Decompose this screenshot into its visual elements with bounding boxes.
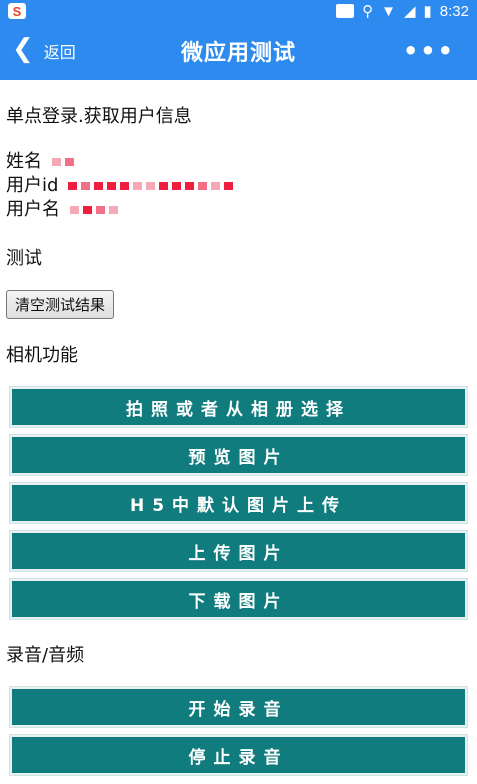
test-section-title: 测试 [6, 248, 42, 269]
name-value-redacted [52, 158, 74, 166]
upload-image-button[interactable]: 上传图片 [10, 531, 467, 571]
wifi-icon: ▼ [381, 2, 396, 20]
audio-buttons: 开始录音 停止录音 [6, 687, 471, 775]
download-image-button[interactable]: 下载图片 [10, 579, 467, 619]
username-label: 用户名 [6, 199, 60, 220]
nav-bar: ❮ 返回 微应用测试 ••• [0, 22, 477, 80]
name-label: 姓名 [6, 151, 42, 172]
camera-section-title: 相机功能 [6, 345, 78, 366]
id-label: 用户id [6, 175, 59, 196]
camera-buttons: 拍照或者从相册选择 预览图片 H5中默认图片上传 上传图片 下载图片 [6, 387, 471, 619]
name-row: 姓名 [6, 150, 471, 174]
more-icon[interactable]: ••• [403, 22, 455, 80]
username-row: 用户名 [6, 198, 471, 222]
clear-results-button[interactable]: 清空测试结果 [6, 290, 115, 319]
location-icon: ⚲ [362, 3, 374, 20]
app-notification-icon: S [8, 3, 26, 19]
user-info: 姓名 用户id 用户名 [6, 150, 471, 222]
clock: 8:32 [439, 2, 469, 20]
signal-icon: ◢ [403, 3, 416, 20]
sso-section-title: 单点登录.获取用户信息 [6, 106, 192, 127]
choose-photo-button[interactable]: 拍照或者从相册选择 [10, 387, 467, 427]
back-label: 返回 [43, 43, 76, 62]
chevron-left-icon: ❮ [12, 34, 34, 64]
notification-icon [336, 4, 355, 18]
username-value-redacted [70, 206, 118, 214]
battery-icon: ▮ [423, 3, 432, 20]
main-content: 单点登录.获取用户信息 姓名 用户id 用户名 测试 清空测试结果 相机功能 拍… [0, 102, 477, 775]
h5-default-upload-button[interactable]: H5中默认图片上传 [10, 483, 467, 523]
audio-section-title: 录音/音频 [6, 645, 85, 666]
id-value-redacted [68, 182, 234, 190]
preview-image-button[interactable]: 预览图片 [10, 435, 467, 475]
stop-recording-button[interactable]: 停止录音 [10, 735, 467, 775]
status-bar: S ⚲ ▼ ◢ ▮ 8:32 [0, 0, 477, 22]
id-row: 用户id [6, 174, 471, 198]
start-recording-button[interactable]: 开始录音 [10, 687, 467, 727]
back-button[interactable]: ❮ 返回 [12, 22, 76, 80]
